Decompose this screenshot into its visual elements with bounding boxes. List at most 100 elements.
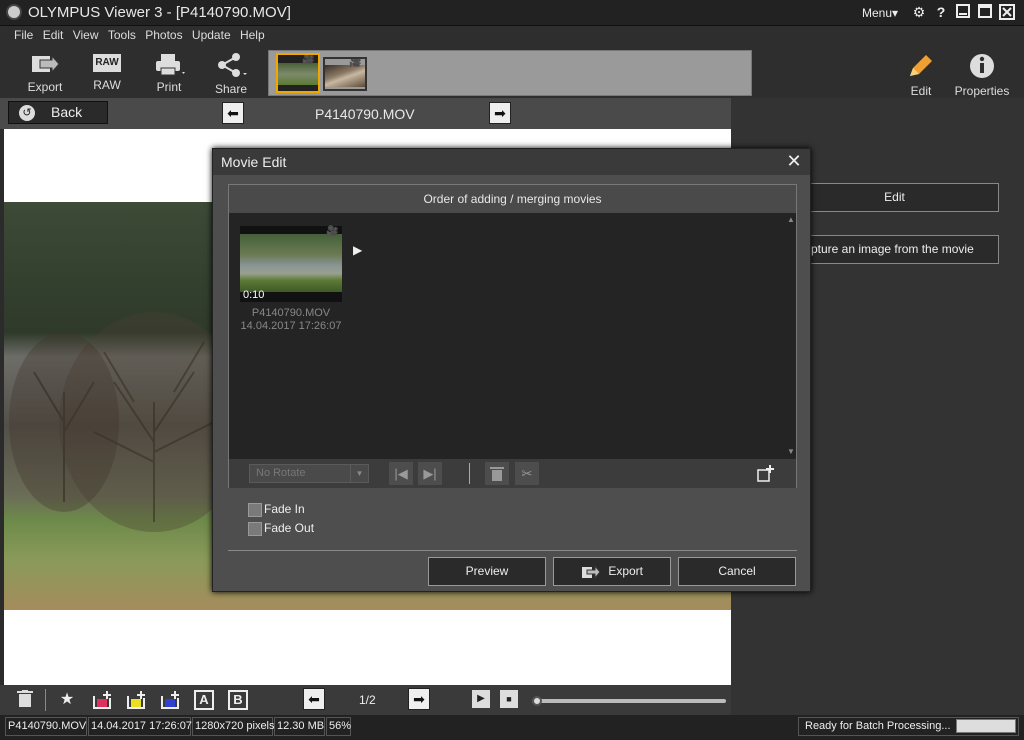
divider bbox=[45, 689, 46, 711]
fade-out-checkbox[interactable] bbox=[248, 522, 262, 536]
trim-clip-button[interactable]: ✂ bbox=[515, 462, 539, 485]
print-button[interactable]: Print bbox=[141, 50, 197, 94]
info-icon bbox=[970, 54, 994, 78]
move-right-icon: ▶| bbox=[423, 466, 437, 481]
divider bbox=[228, 550, 797, 551]
delete-clip-button[interactable] bbox=[485, 462, 509, 485]
add-yellow-tag-icon[interactable] bbox=[126, 690, 146, 710]
edit-label: Edit bbox=[910, 84, 932, 98]
playback-slider[interactable] bbox=[532, 696, 726, 706]
fade-in-checkbox[interactable] bbox=[248, 503, 262, 517]
next-page-button[interactable]: ➡ bbox=[408, 688, 430, 710]
scroll-up-icon[interactable]: ▲ bbox=[787, 215, 795, 224]
menu-dropdown-button[interactable]: Menu▾ bbox=[862, 6, 898, 20]
clip-duration: 0:10 bbox=[243, 289, 265, 301]
cancel-button[interactable]: Cancel bbox=[678, 557, 796, 586]
back-button[interactable]: ↺ Back bbox=[8, 101, 108, 124]
raw-button[interactable]: RAW RAW bbox=[79, 50, 135, 92]
raw-label: RAW bbox=[93, 78, 121, 92]
preview-button[interactable]: Preview bbox=[428, 557, 546, 586]
next-file-button[interactable]: ➡ bbox=[489, 102, 511, 124]
minimize-icon[interactable] bbox=[955, 4, 971, 20]
video-camera-icon: 🎥 bbox=[326, 226, 339, 237]
filmstrip: 🎥 🎥 bbox=[268, 50, 752, 96]
page-indicator: 1/2 bbox=[359, 693, 376, 707]
previous-file-button[interactable]: ⬅ bbox=[222, 102, 244, 124]
properties-label: Properties bbox=[954, 84, 1010, 98]
movie-order-panel: Order of adding / merging movies ▲ 🎥 0:1… bbox=[228, 184, 797, 488]
menu-bar: File Edit View Tools Photos Update Help bbox=[0, 26, 1024, 46]
menu-tools[interactable]: Tools bbox=[108, 28, 136, 42]
trash-icon bbox=[490, 467, 504, 481]
clip-toolbar: No Rotate ▼ |◀ ▶| ✂ bbox=[229, 459, 796, 488]
scroll-down-icon[interactable]: ▼ bbox=[787, 447, 795, 456]
previous-page-button[interactable]: ⬅ bbox=[303, 688, 325, 710]
rotate-select[interactable]: No Rotate ▼ bbox=[249, 464, 369, 483]
text-b-icon[interactable]: B bbox=[228, 690, 248, 710]
star-icon[interactable]: ★ bbox=[57, 690, 77, 710]
maximize-icon[interactable] bbox=[977, 4, 993, 20]
bottom-toolbar: ★ A B ⬅ 1/2 ➡ ▶ ■ bbox=[0, 685, 731, 715]
clip-preview-image bbox=[240, 234, 342, 292]
move-clip-left-button[interactable]: |◀ bbox=[389, 462, 413, 485]
share-label: Share bbox=[214, 82, 248, 96]
capture-image-button[interactable]: pture an image from the movie bbox=[790, 235, 999, 264]
rotate-select-value: No Rotate bbox=[256, 467, 306, 479]
status-filename: P4140790.MOV bbox=[5, 717, 87, 736]
status-zoom: 56% bbox=[326, 717, 351, 736]
status-bar: P4140790.MOV 14.04.2017 17:26:07 1280x72… bbox=[0, 715, 1024, 740]
window-title: OLYMPUS Viewer 3 - [P4140790.MOV] bbox=[28, 4, 291, 21]
play-icon: ▶ bbox=[353, 243, 363, 257]
export-label: Export bbox=[27, 80, 63, 94]
back-arrow-icon: ↺ bbox=[19, 105, 35, 121]
export-button[interactable]: Export bbox=[17, 50, 73, 94]
dialog-export-label: Export bbox=[608, 564, 644, 578]
move-clip-right-button[interactable]: ▶| bbox=[418, 462, 442, 485]
menu-edit[interactable]: Edit bbox=[43, 28, 64, 42]
slider-knob[interactable] bbox=[532, 696, 542, 706]
chevron-down-icon: ▼ bbox=[350, 465, 368, 482]
text-a-icon[interactable]: A bbox=[194, 690, 214, 710]
movie-edit-button[interactable]: Edit bbox=[790, 183, 999, 212]
play-icon[interactable]: ▶ bbox=[472, 690, 490, 708]
share-button[interactable]: Share bbox=[203, 50, 259, 96]
close-icon[interactable] bbox=[999, 4, 1015, 20]
dialog-export-button[interactable]: Export bbox=[553, 557, 671, 586]
close-icon[interactable]: ✕ bbox=[785, 152, 803, 170]
edit-button[interactable]: Edit bbox=[893, 50, 949, 98]
menu-file[interactable]: File bbox=[14, 28, 33, 42]
stop-icon[interactable]: ■ bbox=[500, 690, 518, 708]
arrow-right-icon: ➡ bbox=[413, 691, 425, 707]
panel-header: Order of adding / merging movies bbox=[229, 185, 796, 213]
menu-view[interactable]: View bbox=[73, 28, 99, 42]
menu-photos[interactable]: Photos bbox=[145, 28, 182, 42]
move-left-icon: |◀ bbox=[394, 466, 408, 481]
nav-bar: ↺ Back ⬅ P4140790.MOV ➡ bbox=[0, 98, 731, 129]
clip-info: P4140790.MOV 14.04.2017 17:26:07 bbox=[235, 307, 347, 333]
arrow-left-icon: ⬅ bbox=[227, 105, 239, 121]
scissors-icon: ✂ bbox=[521, 466, 533, 481]
title-bar: OLYMPUS Viewer 3 - [P4140790.MOV] Menu▾ … bbox=[0, 0, 1024, 26]
pencil-icon bbox=[910, 55, 932, 76]
arrow-left-icon: ⬅ bbox=[308, 691, 320, 707]
menu-update[interactable]: Update bbox=[192, 28, 231, 42]
status-batch-text: Ready for Batch Processing... bbox=[805, 720, 951, 732]
app-logo-icon bbox=[6, 4, 22, 20]
trash-icon[interactable] bbox=[15, 690, 35, 710]
filmstrip-thumb[interactable]: 🎥 bbox=[323, 57, 367, 91]
arrow-right-icon: ➡ bbox=[494, 105, 506, 121]
add-blue-tag-icon[interactable] bbox=[160, 690, 180, 710]
help-icon[interactable]: ? bbox=[933, 4, 949, 20]
menu-help[interactable]: Help bbox=[240, 28, 265, 42]
add-movie-icon bbox=[757, 465, 774, 482]
gear-icon[interactable]: ⚙ bbox=[911, 4, 927, 20]
properties-button[interactable]: Properties bbox=[952, 50, 1012, 98]
add-red-tag-icon[interactable] bbox=[92, 690, 112, 710]
printer-icon bbox=[156, 54, 185, 76]
movie-clip-thumbnail[interactable]: 🎥 0:10 bbox=[240, 226, 342, 302]
fade-out-label: Fade Out bbox=[264, 521, 315, 535]
add-movie-button[interactable] bbox=[757, 464, 775, 482]
export-icon bbox=[32, 54, 60, 74]
fade-in-label: Fade In bbox=[264, 502, 305, 516]
filmstrip-thumb-selected[interactable]: 🎥 bbox=[276, 53, 320, 93]
